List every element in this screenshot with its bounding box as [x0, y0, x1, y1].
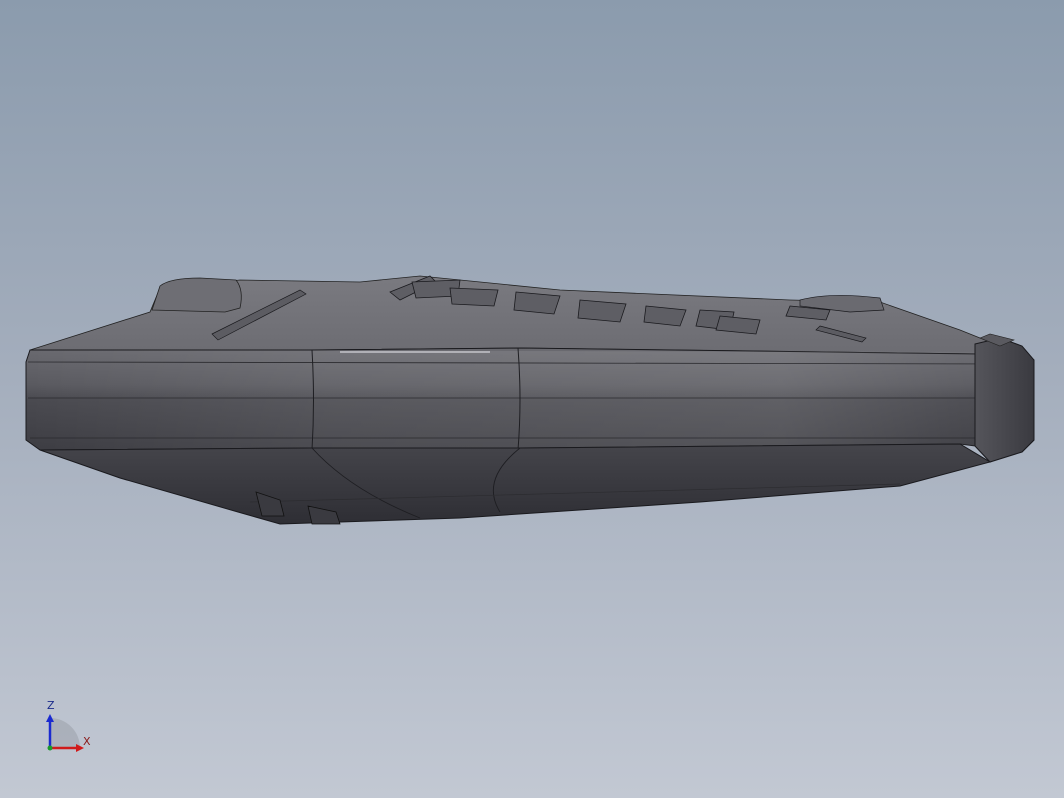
- front-end-cap: [974, 337, 1035, 463]
- rear-bump: [151, 277, 242, 313]
- 3d-model-render[interactable]: [0, 0, 1064, 798]
- triad-origin: [47, 745, 53, 751]
- z-axis-label: Z: [47, 699, 55, 712]
- z-axis-arrow: [46, 714, 54, 722]
- 3d-viewport[interactable]: Z X: [0, 0, 1064, 798]
- bottom-hull: [39, 443, 992, 525]
- x-axis-label: X: [83, 735, 91, 748]
- axis-triad: Z X: [36, 694, 106, 758]
